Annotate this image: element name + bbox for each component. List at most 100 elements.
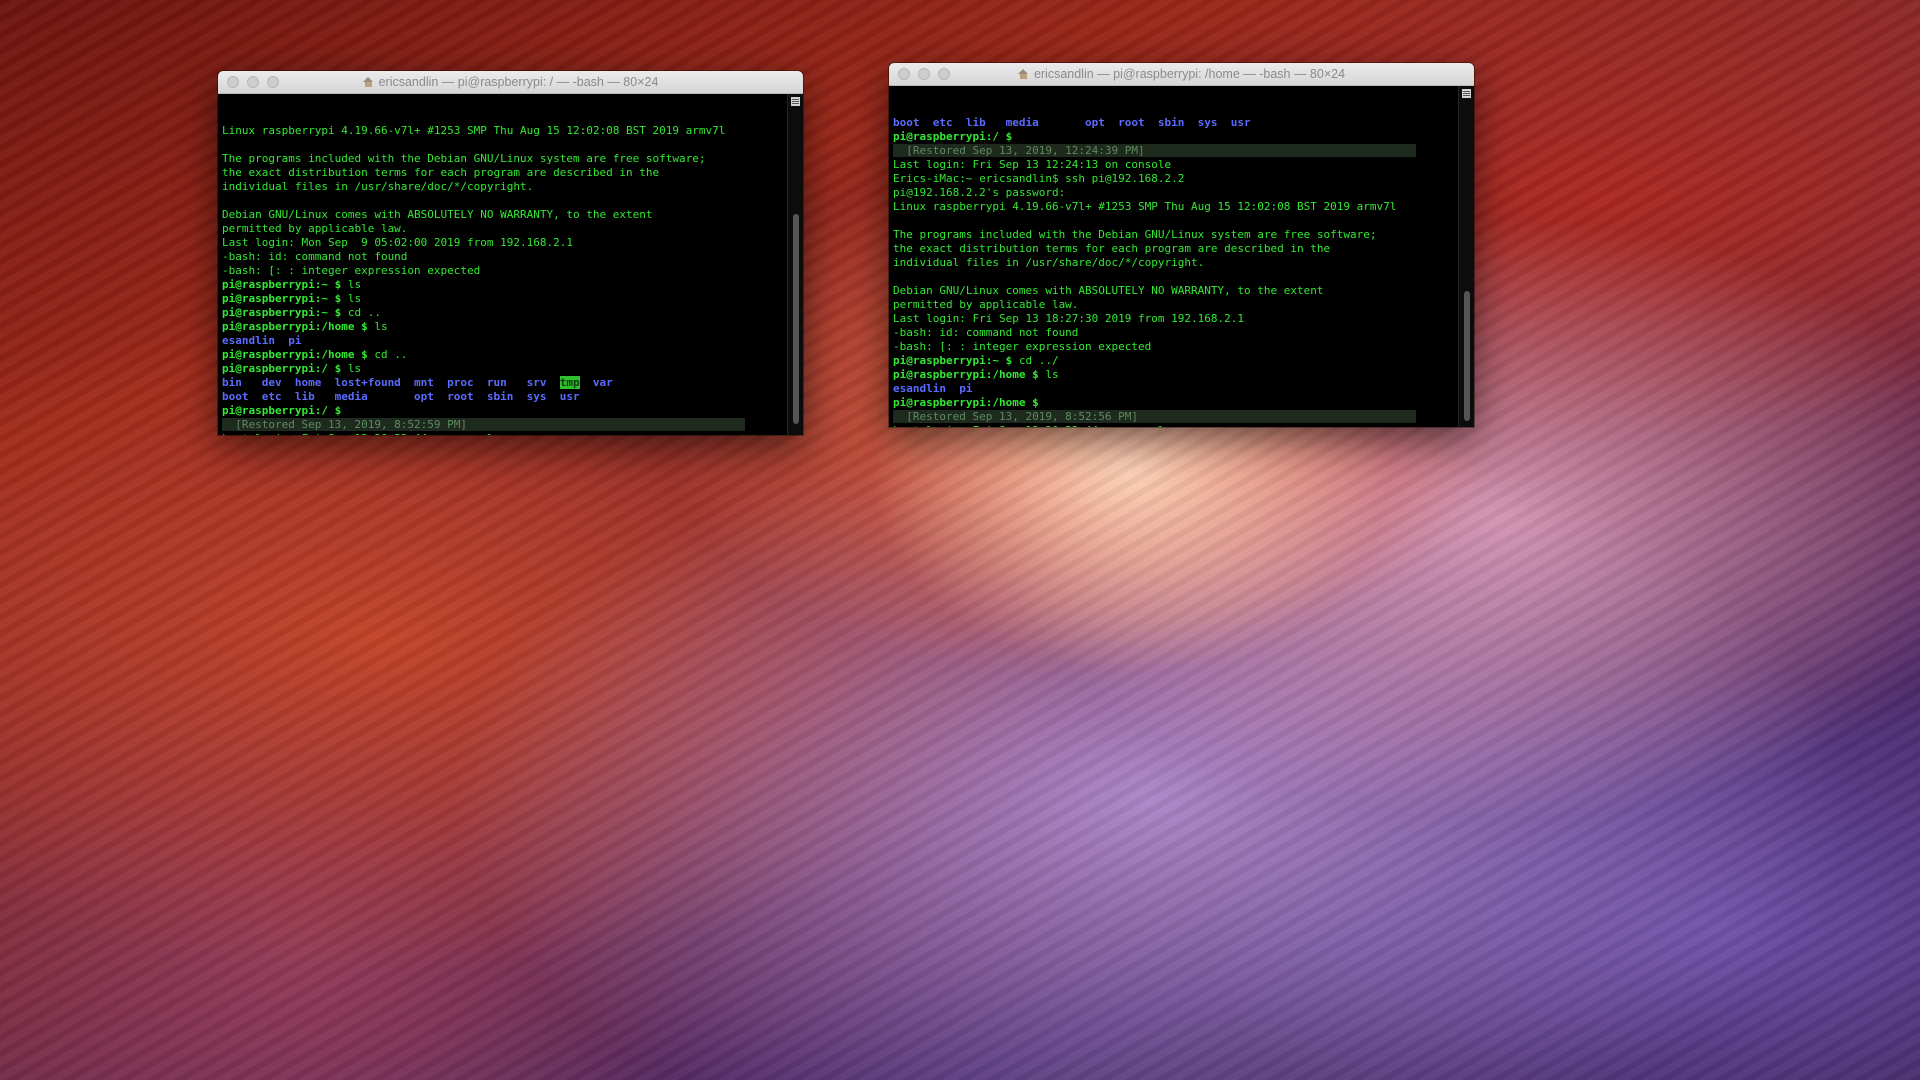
terminal-text: Last login: Fri Sep 13 12:24:13 on conso… xyxy=(893,158,1172,171)
terminal-text: boot etc lib media opt root sbin sys usr xyxy=(893,116,1251,129)
terminal-line: Debian GNU/Linux comes with ABSOLUTELY N… xyxy=(222,208,785,222)
terminal-text: The programs included with the Debian GN… xyxy=(222,152,706,165)
window-title-group: ericsandlin — pi@raspberrypi: /home — -b… xyxy=(1017,67,1346,81)
window-titlebar[interactable]: ericsandlin — pi@raspberrypi: /home — -b… xyxy=(889,63,1474,86)
terminal-line: [Restored Sep 13, 2019, 12:24:39 PM] xyxy=(893,144,1456,158)
close-button[interactable] xyxy=(227,76,239,88)
terminal-text: -bash: id: command not found xyxy=(893,326,1079,339)
terminal-text: Debian GNU/Linux comes with ABSOLUTELY N… xyxy=(222,208,653,221)
terminal-text: var xyxy=(579,376,613,389)
scrollbar-thumb[interactable] xyxy=(1464,291,1470,421)
shell-prompt: pi@raspberrypi:/ $ xyxy=(893,130,1013,143)
terminal-text: cd ../ xyxy=(1012,354,1059,367)
terminal-line: pi@raspberrypi:/home $ ls xyxy=(222,320,785,334)
terminal-line: Erics-iMac:~ ericsandlin$ ssh pi@192.168… xyxy=(893,172,1456,186)
terminal-line: -bash: id: command not found xyxy=(222,250,785,264)
terminal-text: cd .. xyxy=(367,348,408,361)
terminal-line: pi@raspberrypi:/home $ cd .. xyxy=(222,348,785,362)
terminal-line: pi@raspberrypi:/home $ xyxy=(893,396,1456,410)
close-button[interactable] xyxy=(898,68,910,80)
terminal-text: ls xyxy=(341,278,362,291)
minimize-button[interactable] xyxy=(247,76,259,88)
terminal-line: [Restored Sep 13, 2019, 8:52:59 PM] xyxy=(222,418,785,432)
terminal-line: -bash: [: : integer expression expected xyxy=(893,340,1456,354)
window-titlebar[interactable]: ericsandlin — pi@raspberrypi: / — -bash … xyxy=(218,71,803,94)
terminal-text: the exact distribution terms for each pr… xyxy=(222,166,660,179)
terminal-text: Last login: Fri Sep 13 20:52:44 on conso… xyxy=(893,424,1171,427)
terminal-output[interactable]: boot etc lib media opt root sbin sys usr… xyxy=(889,86,1474,427)
terminal-text: The programs included with the Debian GN… xyxy=(893,228,1377,241)
terminal-line: esandlin pi xyxy=(222,334,785,348)
terminal-line: pi@raspberrypi:/ $ xyxy=(893,130,1456,144)
terminal-line: -bash: [: : integer expression expected xyxy=(222,264,785,278)
terminal-text: tmp xyxy=(559,376,580,389)
shell-prompt: pi@raspberrypi:/ $ xyxy=(222,362,342,375)
terminal-line: pi@raspberrypi:~ $ ls xyxy=(222,292,785,306)
restored-banner: [Restored Sep 13, 2019, 8:52:59 PM] xyxy=(222,418,746,431)
terminal-line: pi@raspberrypi:~ $ cd ../ xyxy=(893,354,1456,368)
terminal-text: boot etc lib media opt root sbin sys usr xyxy=(222,390,580,403)
terminal-text: esandlin pi xyxy=(893,382,973,395)
scrollbar-thumb[interactable] xyxy=(793,214,799,424)
shell-prompt: pi@raspberrypi:/home $ xyxy=(222,320,368,333)
window-title: ericsandlin — pi@raspberrypi: /home — -b… xyxy=(1033,67,1346,81)
terminal-line: pi@raspberrypi:~ $ ls xyxy=(222,278,785,292)
terminal-text: permitted by applicable law. xyxy=(222,222,408,235)
shell-prompt: pi@raspberrypi:/ $ xyxy=(222,404,342,417)
terminal-text: Last login: Mon Sep 9 05:02:00 2019 from… xyxy=(222,236,573,249)
shell-prompt: pi@raspberrypi:/home $ xyxy=(893,368,1039,381)
terminal-output[interactable]: Linux raspberrypi 4.19.66-v7l+ #1253 SMP… xyxy=(218,94,803,435)
terminal-text: cd .. xyxy=(341,306,381,319)
terminal-line: pi@raspberrypi:/ $ xyxy=(222,404,785,418)
zoom-button[interactable] xyxy=(267,76,279,88)
restored-banner: [Restored Sep 13, 2019, 12:24:39 PM] xyxy=(893,144,1417,157)
terminal-line: [Restored Sep 13, 2019, 8:52:56 PM] xyxy=(893,410,1456,424)
shell-prompt: pi@raspberrypi:~ $ xyxy=(222,278,342,291)
shell-prompt: pi@raspberrypi:~ $ xyxy=(893,354,1013,367)
terminal-text: Linux raspberrypi 4.19.66-v7l+ #1253 SMP… xyxy=(893,200,1397,213)
shell-prompt: pi@raspberrypi:/home $ xyxy=(893,396,1039,409)
terminal-text: Debian GNU/Linux comes with ABSOLUTELY N… xyxy=(893,284,1324,297)
terminal-line: bin dev home lost+found mnt proc run srv… xyxy=(222,376,785,390)
terminal-line: Last login: Mon Sep 9 05:02:00 2019 from… xyxy=(222,236,785,250)
terminal-line: Linux raspberrypi 4.19.66-v7l+ #1253 SMP… xyxy=(222,124,785,138)
terminal-line: Last login: Fri Sep 13 20:52:44 on conso… xyxy=(893,424,1456,427)
terminal-text: the exact distribution terms for each pr… xyxy=(893,242,1331,255)
terminal-window-root[interactable]: ericsandlin — pi@raspberrypi: / — -bash … xyxy=(218,71,803,435)
terminal-text: individual files in /usr/share/doc/*/cop… xyxy=(893,256,1205,269)
zoom-button[interactable] xyxy=(938,68,950,80)
terminal-line: The programs included with the Debian GN… xyxy=(893,228,1456,242)
terminal-line: -bash: id: command not found xyxy=(893,326,1456,340)
traffic-lights xyxy=(898,68,950,80)
minimize-button[interactable] xyxy=(918,68,930,80)
terminal-line: The programs included with the Debian GN… xyxy=(222,152,785,166)
terminal-line: Last login: Fri Sep 13 20:52:44 on conso… xyxy=(222,432,785,435)
shell-prompt: pi@raspberrypi:~ $ xyxy=(222,306,342,319)
terminal-text: -bash: [: : integer expression expected xyxy=(222,264,481,277)
shell-prompt: pi@raspberrypi:~ $ xyxy=(222,292,342,305)
terminal-text: Last login: Fri Sep 13 18:27:30 2019 fro… xyxy=(893,312,1244,325)
vertical-scrollbar[interactable] xyxy=(1458,86,1474,427)
terminal-text: -bash: id: command not found xyxy=(222,250,408,263)
terminal-line: Debian GNU/Linux comes with ABSOLUTELY N… xyxy=(893,284,1456,298)
terminal-line: boot etc lib media opt root sbin sys usr xyxy=(222,390,785,404)
split-pane-icon[interactable] xyxy=(791,97,800,106)
window-title-group: ericsandlin — pi@raspberrypi: / — -bash … xyxy=(362,75,658,89)
split-pane-icon[interactable] xyxy=(1462,89,1471,98)
terminal-line: permitted by applicable law. xyxy=(893,298,1456,312)
terminal-text: -bash: [: : integer expression expected xyxy=(893,340,1152,353)
terminal-line: pi@raspberrypi:/ $ ls xyxy=(222,362,785,376)
terminal-line: permitted by applicable law. xyxy=(222,222,785,236)
terminal-text: esandlin pi xyxy=(222,334,302,347)
vertical-scrollbar[interactable] xyxy=(787,94,803,435)
restored-banner: [Restored Sep 13, 2019, 8:52:56 PM] xyxy=(893,410,1417,423)
terminal-window-home[interactable]: ericsandlin — pi@raspberrypi: /home — -b… xyxy=(889,63,1474,427)
traffic-lights xyxy=(227,76,279,88)
terminal-line: the exact distribution terms for each pr… xyxy=(893,242,1456,256)
terminal-text: Last login: Fri Sep 13 20:52:44 on conso… xyxy=(222,432,500,435)
terminal-text: ls xyxy=(341,362,362,375)
